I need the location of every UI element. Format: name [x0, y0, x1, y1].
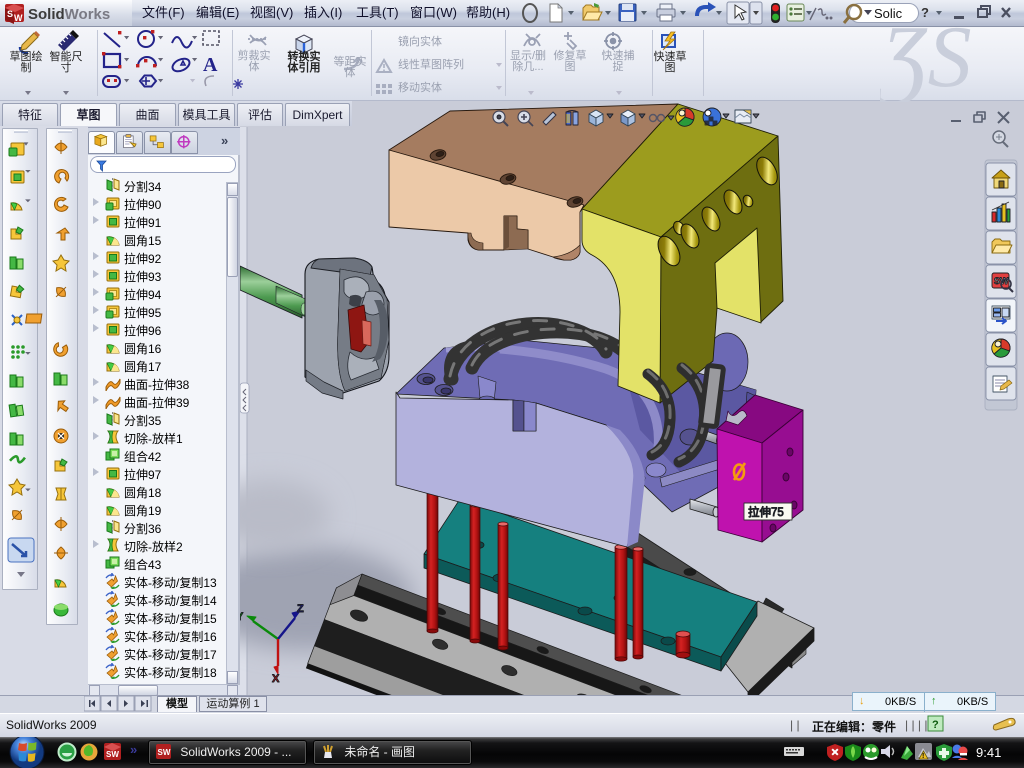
svg-text:?: ?: [932, 719, 939, 731]
svg-text:SW: SW: [106, 750, 119, 759]
svg-text:»: »: [130, 742, 137, 757]
svg-text:9:41: 9:41: [976, 745, 1001, 760]
svg-text:S: S: [7, 9, 13, 19]
svg-text:拉伸75: 拉伸75: [748, 505, 784, 519]
svg-text:X: X: [272, 673, 280, 685]
svg-text:SolidWorks: SolidWorks: [28, 6, 110, 23]
svg-text:Z: Z: [297, 603, 304, 615]
svg-text:SW: SW: [158, 748, 171, 757]
svg-text:W: W: [14, 13, 23, 23]
svg-text:A: A: [203, 54, 218, 76]
svg-text:!: !: [922, 753, 924, 760]
